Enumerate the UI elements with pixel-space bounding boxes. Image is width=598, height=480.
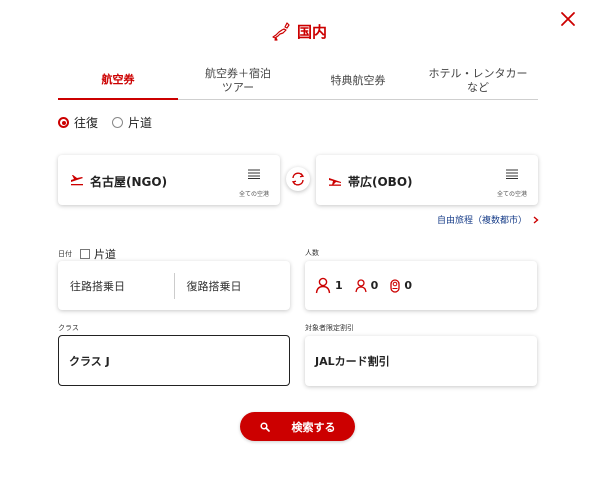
swap-airports-button[interactable]	[286, 167, 310, 191]
radio-oneway-label: 片道	[128, 116, 153, 130]
swap-icon	[291, 172, 305, 186]
search-icon	[259, 421, 270, 432]
radio-oneway[interactable]: 片道	[112, 114, 152, 131]
tab-award-tickets[interactable]: 特典航空券	[298, 62, 418, 99]
tab-hotel-rentacar[interactable]: ホテル・レンタカー など	[418, 62, 538, 99]
list-icon	[248, 169, 260, 179]
close-icon[interactable]	[558, 9, 578, 29]
outbound-date-field[interactable]: 往路搭乗日	[58, 261, 174, 310]
radio-roundtrip-label: 往復	[74, 116, 99, 130]
radio-roundtrip[interactable]: 往復	[58, 114, 98, 131]
trip-type-group: 往復 片道	[58, 114, 160, 131]
date-label: 日付	[58, 250, 72, 258]
chevron-right-icon	[533, 215, 539, 224]
list-icon	[506, 169, 518, 179]
departure-airport-name: 名古屋(NGO)	[90, 175, 168, 189]
radio-selected-icon	[58, 117, 69, 128]
date-section-label: 日付 片道	[58, 246, 116, 262]
infant-count: 0	[390, 278, 412, 293]
child-count-value: 0	[370, 279, 379, 292]
page-title: 国内	[296, 22, 327, 41]
child-icon	[355, 278, 367, 292]
adult-count-value: 1	[335, 279, 343, 292]
departure-airport-field[interactable]: 名古屋(NGO) 全ての空港	[58, 155, 280, 205]
class-label: クラス	[58, 324, 79, 332]
discount-label: 対象者限定割引	[305, 324, 354, 332]
passengers-field[interactable]: 1 0 0	[305, 261, 537, 310]
free-itinerary-label: 自由旅程（複数都市）	[437, 216, 528, 226]
infant-count-value: 0	[404, 279, 412, 292]
child-count: 0	[355, 278, 379, 293]
japan-map-icon	[272, 22, 290, 41]
arrival-airport-field[interactable]: 帯広(OBO) 全ての空港	[316, 155, 538, 205]
all-airports-label: 全ての空港	[496, 191, 527, 198]
adult-count: 1	[315, 277, 343, 294]
header: 国内	[0, 16, 598, 46]
oneway-checkbox[interactable]: 片道	[80, 246, 116, 262]
passengers-label: 人数	[305, 249, 319, 257]
radio-unselected-icon	[112, 117, 124, 128]
return-date-field[interactable]: 復路搭乗日	[175, 261, 291, 310]
tab-bar: 航空券 航空券＋宿泊 ツアー 特典航空券 ホテル・レンタカー など	[58, 62, 538, 100]
free-itinerary-link[interactable]: 自由旅程（複数都市）	[437, 213, 539, 226]
checkbox-icon	[80, 249, 90, 259]
arrival-airport-name: 帯広(OBO)	[348, 175, 413, 189]
departure-plane-icon	[71, 175, 83, 186]
tab-flight-hotel-tour[interactable]: 航空券＋宿泊 ツアー	[178, 62, 298, 99]
search-button-label: 検索する	[291, 420, 336, 434]
search-button[interactable]: 検索する	[240, 412, 355, 441]
arrival-airport-list-button[interactable]: 全ての空港	[494, 169, 530, 200]
arrival-plane-icon	[329, 178, 341, 186]
oneway-checkbox-label: 片道	[94, 248, 116, 261]
discount-select[interactable]: JALカード割引	[305, 336, 537, 386]
tab-flights[interactable]: 航空券	[58, 62, 178, 100]
adult-icon	[315, 277, 331, 294]
class-select[interactable]: クラス J	[58, 335, 290, 386]
departure-airport-list-button[interactable]: 全ての空港	[236, 169, 272, 200]
infant-icon	[390, 278, 400, 293]
all-airports-label: 全ての空港	[238, 191, 269, 198]
date-picker: 往路搭乗日 復路搭乗日	[58, 261, 290, 310]
